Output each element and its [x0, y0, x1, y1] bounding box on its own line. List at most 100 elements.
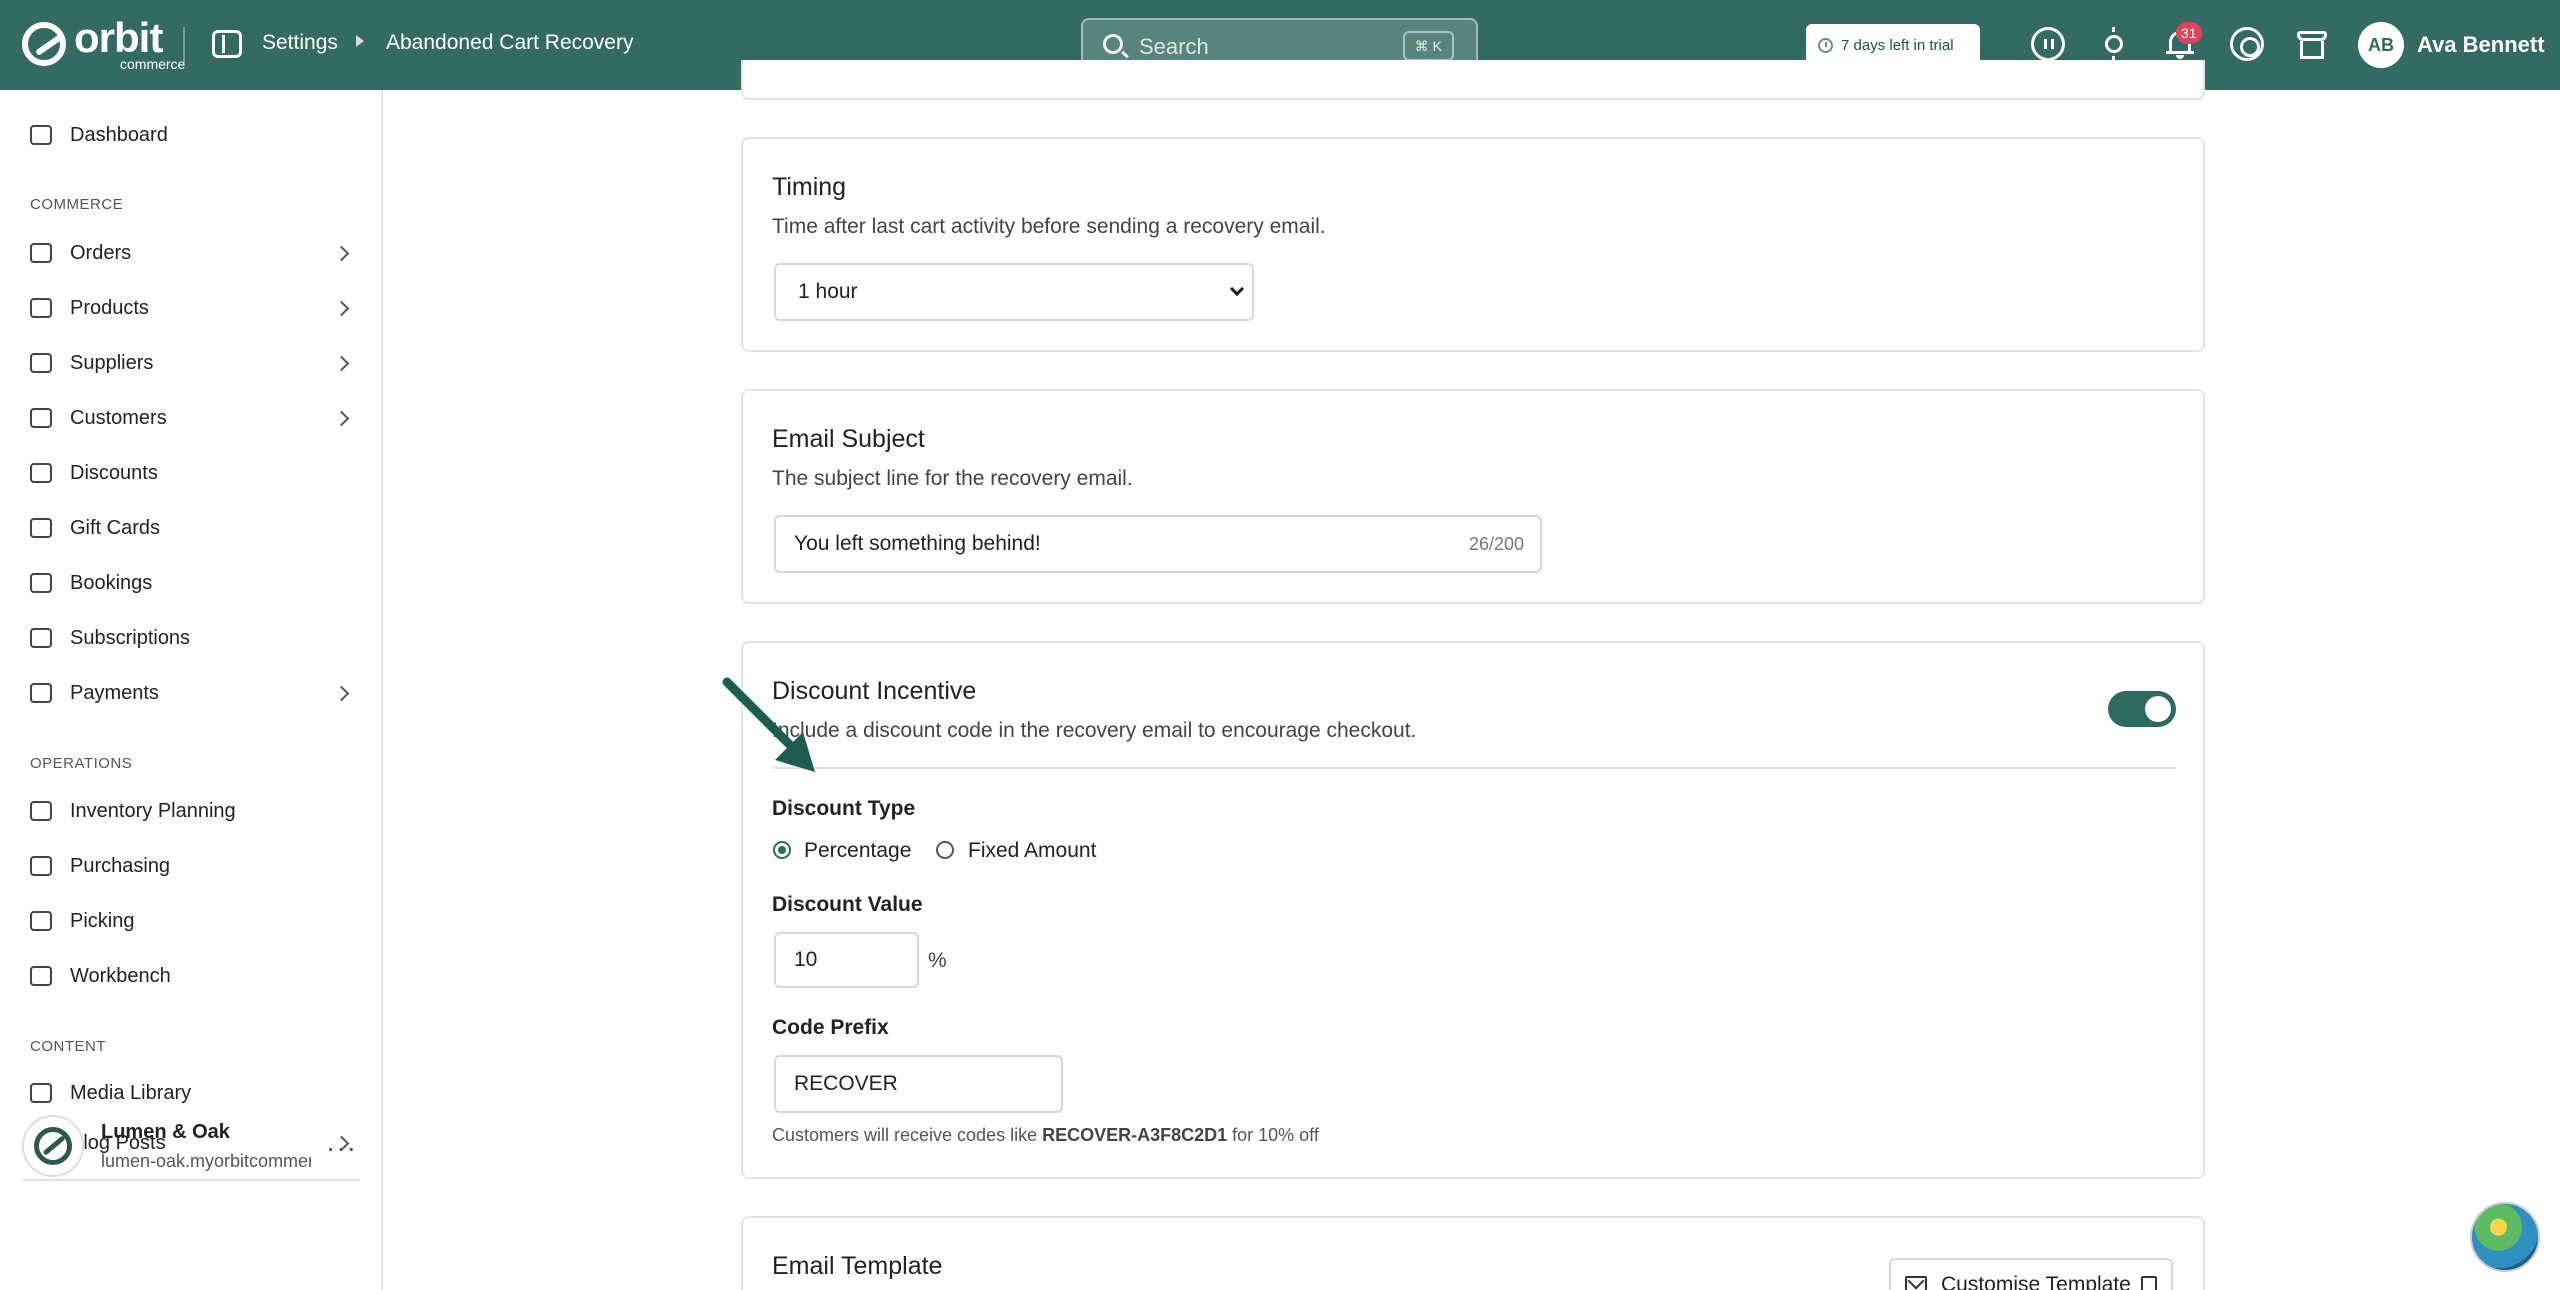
- dashboard-icon: [30, 125, 52, 145]
- sidebar-item-purchasing[interactable]: Purchasing: [0, 841, 383, 891]
- sidebar-item-orders[interactable]: Orders: [0, 228, 383, 278]
- chevron-right-icon: [333, 355, 350, 371]
- sidebar-item-label: Media Library: [70, 1081, 192, 1104]
- sidebar-item-gift-cards[interactable]: Gift Cards: [0, 503, 383, 553]
- sidebar-item-inventory-planning[interactable]: Inventory Planning: [0, 786, 383, 836]
- storefront-icon[interactable]: [2295, 27, 2329, 61]
- chevron-right-icon: [333, 245, 350, 261]
- sidebar-divider: [22, 1179, 360, 1181]
- discount-description: Include a discount code in the recovery …: [772, 719, 1417, 742]
- sidebar-item-media-library[interactable]: Media Library: [0, 1068, 383, 1118]
- store-name[interactable]: Lumen & Oak: [101, 1121, 230, 1144]
- sidebar-item-payments[interactable]: Payments: [0, 668, 383, 718]
- email-subject-card: Email Subject The subject line for the r…: [741, 389, 2205, 604]
- chevron-right-icon: [333, 300, 350, 316]
- breadcrumb-current: Abandoned Cart Recovery: [386, 31, 634, 54]
- breadcrumb-settings[interactable]: Settings: [262, 31, 338, 55]
- sidebar-item-label: Inventory Planning: [70, 799, 236, 822]
- search-icon: [1103, 34, 1123, 54]
- mail-icon: [1905, 1276, 1927, 1290]
- customise-template-label: Customise Template: [1941, 1273, 2131, 1290]
- sidebar-item-label: Gift Cards: [70, 516, 161, 539]
- previous-section-card: [741, 60, 2205, 100]
- sidebar-item-customers[interactable]: Customers: [0, 393, 383, 443]
- discount-value: 10: [794, 948, 818, 971]
- users-icon: [30, 408, 52, 428]
- discount-toggle[interactable]: [2108, 691, 2176, 727]
- radio-fixed-amount[interactable]: [936, 841, 954, 859]
- sidebar-item-label: Discounts: [70, 461, 158, 484]
- sidebar-item-suppliers[interactable]: Suppliers: [0, 338, 383, 388]
- trial-text: 7 days left in trial: [1841, 36, 1954, 54]
- sidebar-item-label: Purchasing: [70, 854, 171, 877]
- timing-title: Timing: [772, 173, 847, 201]
- calendar-icon: [30, 573, 52, 593]
- discount-incentive-card: Discount Incentive Include a discount co…: [741, 641, 2205, 1179]
- discount-value-input[interactable]: 10: [774, 932, 919, 988]
- search-shortcut: ⌘ K: [1402, 31, 1454, 61]
- breadcrumb-separator-icon: [356, 35, 364, 47]
- sidebar-item-bookings[interactable]: Bookings: [0, 558, 383, 608]
- discount-unit: %: [928, 949, 947, 972]
- radio-percentage[interactable]: [773, 841, 791, 859]
- chevron-down-icon: [1229, 281, 1245, 297]
- section-divider: [772, 767, 2176, 769]
- discount-value-label: Discount Value: [772, 893, 923, 916]
- sidebar-item-label: Workbench: [70, 964, 171, 987]
- section-operations: OPERATIONS: [30, 755, 133, 772]
- store-avatar[interactable]: [22, 1115, 84, 1177]
- orbit-logo[interactable]: orbit commerce: [22, 14, 185, 71]
- sidebar-item-label: Orders: [70, 241, 132, 264]
- cart-icon: [30, 856, 52, 876]
- brand-name: orbit: [74, 14, 163, 61]
- user-name[interactable]: Ava Bennett: [2417, 32, 2545, 58]
- clipboard-icon: [30, 801, 52, 821]
- chevron-right-icon: [333, 410, 350, 426]
- tag-icon: [30, 463, 52, 483]
- assistant-launcher-icon[interactable]: [2470, 1202, 2540, 1272]
- more-options-icon[interactable]: ···: [326, 1134, 357, 1162]
- sidebar-item-label: Subscriptions: [70, 626, 191, 649]
- notification-badge: 31: [2176, 22, 2202, 44]
- pin-icon: [30, 911, 52, 931]
- orbit-logo-icon: [22, 22, 66, 66]
- section-content: CONTENT: [30, 1038, 106, 1055]
- help-icon[interactable]: [2230, 27, 2264, 61]
- sidebar-item-workbench[interactable]: Workbench: [0, 951, 383, 1001]
- sidebar-item-picking[interactable]: Picking: [0, 896, 383, 946]
- theme-toggle-icon[interactable]: [2097, 27, 2131, 61]
- orders-icon: [30, 243, 52, 263]
- sidebar-toggle-icon[interactable]: [212, 30, 242, 58]
- sidebar-item-label: Bookings: [70, 571, 153, 594]
- sidebar-item-label: Suppliers: [70, 351, 154, 374]
- sidebar: Dashboard COMMERCE Orders Products Suppl…: [0, 90, 383, 1290]
- code-prefix-label: Code Prefix: [772, 1016, 889, 1039]
- sidebar-item-products[interactable]: Products: [0, 283, 383, 333]
- pause-icon[interactable]: [2031, 27, 2065, 61]
- timing-description: Time after last cart activity before sen…: [772, 215, 1326, 238]
- timing-select[interactable]: 1 hour: [774, 263, 1254, 321]
- gift-icon: [30, 518, 52, 538]
- sidebar-item-subscriptions[interactable]: Subscriptions: [0, 613, 383, 663]
- section-commerce: COMMERCE: [30, 196, 124, 213]
- sidebar-item-label: Products: [70, 296, 149, 319]
- sidebar-item-discounts[interactable]: Discounts: [0, 448, 383, 498]
- search-placeholder: Search: [1139, 34, 1209, 59]
- card-icon: [30, 683, 52, 703]
- customise-template-button[interactable]: Customise Template: [1889, 1258, 2173, 1290]
- avatar[interactable]: AB: [2358, 22, 2404, 68]
- code-helper-text: Customers will receive codes like RECOVE…: [772, 1125, 1319, 1145]
- code-prefix-input[interactable]: RECOVER: [774, 1055, 1063, 1113]
- sidebar-item-dashboard[interactable]: Dashboard: [0, 110, 383, 160]
- radio-fixed-amount-label[interactable]: Fixed Amount: [968, 839, 1096, 863]
- sidebar-item-label: Customers: [70, 406, 167, 429]
- radio-percentage-label[interactable]: Percentage: [804, 839, 911, 863]
- refresh-icon: [30, 628, 52, 648]
- code-prefix-value: RECOVER: [794, 1072, 898, 1095]
- email-subject-input[interactable]: You left something behind! 26/200: [774, 515, 1542, 573]
- header-divider: [183, 27, 185, 63]
- store-url: lumen-oak.myorbitcommerce.com: [101, 1151, 311, 1171]
- image-icon: [30, 1083, 52, 1103]
- discount-type-label: Discount Type: [772, 797, 916, 820]
- building-icon: [30, 353, 52, 373]
